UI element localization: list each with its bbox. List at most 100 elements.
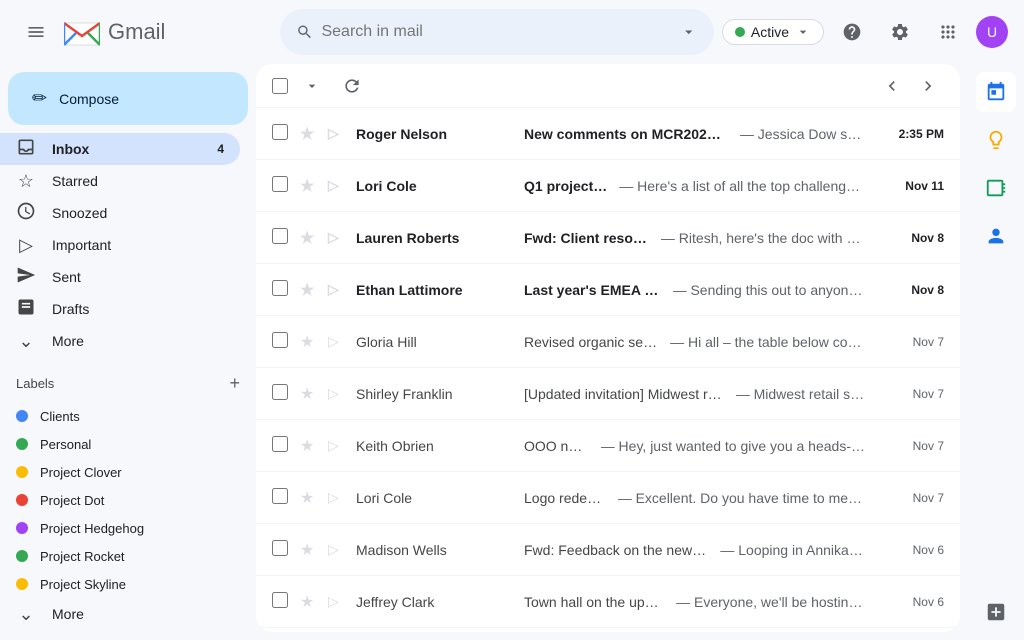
row-star-2[interactable]: ★ <box>300 176 320 196</box>
sidebar-item-starred[interactable]: ☆ Starred <box>0 165 240 197</box>
keep-panel-icon[interactable] <box>976 120 1016 160</box>
refresh-icon[interactable] <box>336 70 368 102</box>
row-star-7[interactable]: ★ <box>300 436 320 456</box>
email-row[interactable]: ★ ▷ Lori Cole Logo redesign ideas — Exce… <box>256 472 960 524</box>
row-sender-2: Lori Cole <box>356 178 516 194</box>
row-checkbox-8[interactable] <box>272 488 292 507</box>
email-checkbox-3[interactable] <box>272 228 288 244</box>
sidebar-item-more2[interactable]: ⌄ More <box>0 598 240 630</box>
row-star-10[interactable]: ★ <box>300 592 320 612</box>
label-project-dot[interactable]: Project Dot <box>0 486 240 514</box>
menu-icon[interactable] <box>16 12 56 52</box>
row-dash-4 <box>665 282 669 298</box>
email-row[interactable]: ★ ▷ Jeffrey Clark Town hall on the upcom… <box>256 576 960 628</box>
email-checkbox-4[interactable] <box>272 280 288 296</box>
settings-icon[interactable] <box>880 12 920 52</box>
row-dash-1 <box>732 126 736 142</box>
row-date-6: Nov 7 <box>874 387 944 401</box>
sidebar-item-drafts[interactable]: Drafts <box>0 293 240 325</box>
email-row[interactable]: ★ ▷ Lauren Roberts Fwd: Client resources… <box>256 212 960 264</box>
row-star-9[interactable]: ★ <box>300 540 320 560</box>
snoozed-icon <box>16 201 36 226</box>
email-row[interactable]: ★ ▷ Madison Wells Fwd: Feedback on the n… <box>256 524 960 576</box>
row-checkbox-1[interactable] <box>272 124 292 143</box>
row-star-6[interactable]: ★ <box>300 384 320 404</box>
sidebar-item-important[interactable]: ▷ Important <box>0 229 240 261</box>
row-content-9: Fwd: Feedback on the new signup experien… <box>524 542 866 558</box>
row-star-1[interactable]: ★ <box>300 124 320 144</box>
row-checkbox-7[interactable] <box>272 436 292 455</box>
sidebar-item-snoozed[interactable]: Snoozed <box>0 197 240 229</box>
label-personal[interactable]: Personal <box>0 430 240 458</box>
email-row[interactable]: ★ ▷ Gloria Hill Revised organic search n… <box>256 316 960 368</box>
email-checkbox-7[interactable] <box>272 436 288 452</box>
row-important-10[interactable]: ▷ <box>328 593 348 610</box>
select-all-checkbox[interactable] <box>272 78 288 94</box>
row-star-3[interactable]: ★ <box>300 228 320 248</box>
search-bar[interactable] <box>280 9 714 55</box>
row-star-5[interactable]: ★ <box>300 332 320 352</box>
avatar[interactable]: U <box>976 16 1008 48</box>
email-checkbox-10[interactable] <box>272 592 288 608</box>
label-dot-clients <box>16 410 28 422</box>
row-important-3[interactable]: ▷ <box>328 229 348 246</box>
row-important-4[interactable]: ▷ <box>328 281 348 298</box>
row-sender-7: Keith Obrien <box>356 438 516 454</box>
label-project-skyline[interactable]: Project Skyline <box>0 570 240 598</box>
add-panel-icon[interactable] <box>976 592 1016 632</box>
more1-label: More <box>52 333 224 349</box>
email-checkbox-6[interactable] <box>272 384 288 400</box>
next-page-icon[interactable] <box>912 70 944 102</box>
row-checkbox-6[interactable] <box>272 384 292 403</box>
row-important-8[interactable]: ▷ <box>328 489 348 506</box>
email-checkbox-2[interactable] <box>272 176 288 192</box>
label-clients[interactable]: Clients <box>0 402 240 430</box>
row-important-6[interactable]: ▷ <box>328 385 348 402</box>
tasks-panel-icon[interactable] <box>976 168 1016 208</box>
row-checkbox-9[interactable] <box>272 540 292 559</box>
search-dropdown-icon[interactable] <box>680 22 697 42</box>
row-checkbox-2[interactable] <box>272 176 292 195</box>
label-project-clover[interactable]: Project Clover <box>0 458 240 486</box>
active-label: Active <box>751 24 789 40</box>
row-checkbox-3[interactable] <box>272 228 292 247</box>
contacts-panel-icon[interactable] <box>976 216 1016 256</box>
email-checkbox-5[interactable] <box>272 332 288 348</box>
sidebar-item-sent[interactable]: Sent <box>0 261 240 293</box>
email-row[interactable]: ★ ▷ Lori Cole Q1 project wrap-up — Here'… <box>256 160 960 212</box>
email-row[interactable]: ★ ▷ Roger Nelson New comments on MCR2022… <box>256 108 960 160</box>
email-row[interactable]: ★ ▷ Keith Obrien OOO next week — Hey, ju… <box>256 420 960 472</box>
row-star-4[interactable]: ★ <box>300 280 320 300</box>
label-dot-personal <box>16 438 28 450</box>
apps-icon[interactable] <box>928 12 968 52</box>
drafts-icon <box>16 297 36 322</box>
row-important-2[interactable]: ▷ <box>328 177 348 194</box>
select-dropdown-icon[interactable] <box>296 70 328 102</box>
label-project-rocket[interactable]: Project Rocket <box>0 542 240 570</box>
email-checkbox-9[interactable] <box>272 540 288 556</box>
row-subject-10: Town hall on the upcoming merger <box>524 594 664 610</box>
email-checkbox-1[interactable] <box>272 124 288 140</box>
email-row[interactable]: ★ ▷ Ethan Lattimore Last year's EMEA str… <box>256 264 960 316</box>
row-checkbox-10[interactable] <box>272 592 292 611</box>
sidebar-item-more1[interactable]: ⌄ More <box>0 325 240 357</box>
compose-button[interactable]: ✏ Compose <box>8 72 248 125</box>
row-important-1[interactable]: ▷ <box>328 125 348 142</box>
prev-page-icon[interactable] <box>876 70 908 102</box>
active-status-badge[interactable]: Active <box>722 19 824 45</box>
row-important-7[interactable]: ▷ <box>328 437 348 454</box>
help-icon[interactable] <box>832 12 872 52</box>
email-row[interactable]: ★ ▷ Shirley Franklin [Updated invitation… <box>256 368 960 420</box>
email-row[interactable]: ★ ▷ Roger Nelson Two pics from the confe… <box>256 628 960 632</box>
row-important-5[interactable]: ▷ <box>328 333 348 350</box>
row-checkbox-5[interactable] <box>272 332 292 351</box>
row-checkbox-4[interactable] <box>272 280 292 299</box>
add-label-icon[interactable]: + <box>229 373 240 394</box>
label-project-hedgehog[interactable]: Project Hedgehog <box>0 514 240 542</box>
sidebar-item-inbox[interactable]: Inbox 4 <box>0 133 240 165</box>
search-input[interactable] <box>321 23 672 41</box>
email-checkbox-8[interactable] <box>272 488 288 504</box>
calendar-panel-icon[interactable] <box>976 72 1016 112</box>
row-important-9[interactable]: ▷ <box>328 541 348 558</box>
row-star-8[interactable]: ★ <box>300 488 320 508</box>
